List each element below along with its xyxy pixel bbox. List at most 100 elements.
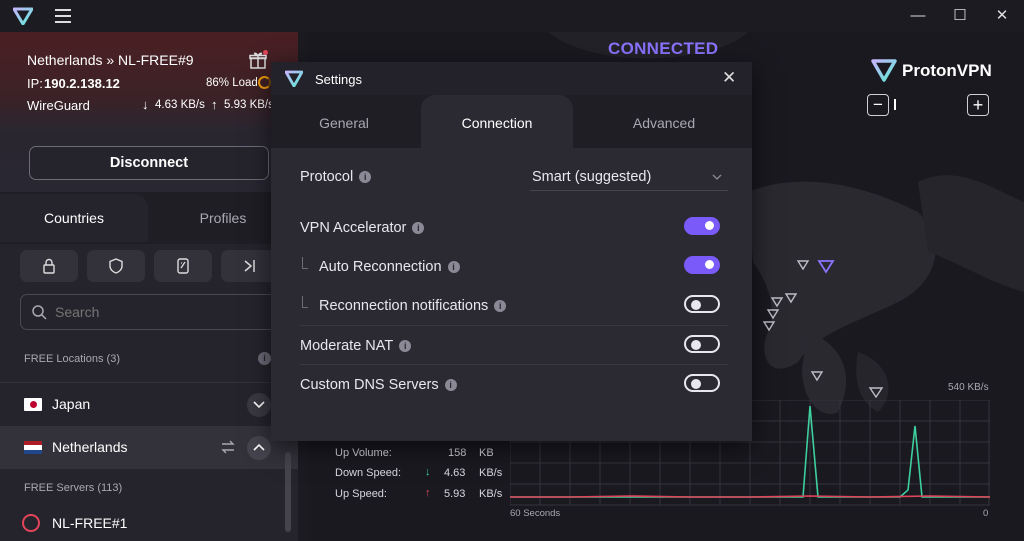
upload-arrow-icon: ↑ [211,97,218,112]
setting-label: VPN Accelerator [300,220,407,236]
minimize-button[interactable]: — [896,0,940,32]
netherlands-flag-icon [24,441,42,454]
protocol-row: Protocol i Smart (suggested) [300,169,728,208]
up-speed-unit: KB/s [479,488,503,500]
server-name: Netherlands » NL-FREE#9 [27,52,194,68]
up-speed-value: 5.93 [444,488,466,500]
search-icon [32,305,47,320]
disconnect-button[interactable]: Disconnect [29,146,269,180]
netshield-filter-button[interactable] [87,250,145,282]
close-settings-button[interactable]: ✕ [722,68,736,88]
info-icon[interactable]: i [444,379,457,391]
zoom-out-button[interactable]: − [867,94,889,116]
list-item[interactable]: Netherlands [0,426,298,469]
close-window-button[interactable]: ✕ [980,0,1024,32]
protocol-label: WireGuard [27,98,90,113]
vpn-accelerator-row: VPN Accelerator i [300,208,728,247]
moderate-nat-toggle[interactable] [684,335,720,353]
server-markers[interactable] [758,252,898,412]
down-arrow-icon: ↓ [425,466,431,478]
port-forwarding-filter-button[interactable] [154,250,212,282]
connection-status: CONNECTED [608,39,719,58]
graph-left-label: 60 Seconds [510,508,561,519]
info-icon[interactable]: i [447,261,460,273]
up-arrow-icon: ↑ [425,487,431,499]
up-volume-value: 158 [448,447,467,459]
moderate-nat-row: Moderate NAT i [300,326,728,365]
custom-dns-toggle[interactable] [684,374,720,392]
load-indicator-icon [258,76,271,89]
search-box[interactable] [20,294,282,330]
reconnection-notifications-row: Reconnection notifications i [300,286,728,325]
download-speed: 4.63 KB/s [155,99,205,111]
tab-general[interactable]: General [271,95,417,148]
auto-reconnection-row: Auto Reconnection i [300,247,728,286]
collapse-arrow-icon [244,260,255,272]
free-servers-header: FREE Servers (113) [24,482,123,494]
info-icon[interactable]: i [412,222,425,234]
up-speed-label: Up Speed: [335,488,387,500]
proton-logo-icon [285,70,303,87]
server-list-item[interactable]: NL-FREE#1 [0,506,298,541]
phone-icon [177,258,189,274]
graph-max-label: 540 KB/s [948,382,989,393]
connect-server-icon[interactable] [22,514,40,532]
load-label: 86% Load [206,77,258,89]
down-speed-unit: KB/s [479,467,503,479]
graph-right-label: 0 [983,508,989,519]
proton-logo-icon [13,7,33,25]
setting-label: Auto Reconnection [319,259,442,275]
chevron-down-icon [712,174,722,180]
gift-icon[interactable] [249,50,268,74]
ip-address: 190.2.138.12 [44,76,120,91]
tab-connection[interactable]: Connection [421,95,573,148]
server-name: NL-FREE#1 [52,515,128,531]
lock-icon [43,258,55,274]
proton-logo-icon [871,59,897,82]
settings-tabs: General Connection Advanced [271,95,752,148]
zoom-in-button[interactable]: + [967,94,989,116]
expand-button[interactable] [247,393,271,417]
secure-core-filter-button[interactable] [20,250,78,282]
settings-title: Settings [315,72,362,87]
setting-label: Reconnection notifications [319,298,489,314]
menu-icon[interactable] [55,9,71,23]
auto-reconnection-toggle[interactable] [684,256,720,274]
collapse-button[interactable] [247,436,271,460]
zoom-slider[interactable] [894,99,896,110]
maximize-button[interactable]: ☐ [938,0,982,32]
country-name: Japan [52,396,91,412]
free-locations-header: FREE Locations (3) [24,353,120,365]
down-speed-label: Down Speed: [335,467,402,479]
info-icon[interactable]: i [399,340,412,352]
search-input[interactable] [55,301,275,323]
custom-dns-row: Custom DNS Servers i [300,365,728,404]
info-icon[interactable]: i [258,352,271,365]
switch-icon[interactable] [220,439,236,455]
info-icon[interactable]: i [494,300,507,312]
chevron-down-icon [253,401,265,409]
protocol-select[interactable]: Smart (suggested) [530,157,728,191]
tab-advanced[interactable]: Advanced [581,95,747,148]
scrollbar[interactable] [285,452,291,532]
settings-dialog: Settings ✕ General Connection Advanced P… [271,62,752,441]
list-item[interactable]: Japan [0,382,298,425]
sidebar: Netherlands » NL-FREE#9 IP: 190.2.138.12… [0,32,298,541]
japan-flag-icon [24,398,42,411]
country-name: Netherlands [52,439,128,455]
vpn-accelerator-toggle[interactable] [684,217,720,235]
protocol-value: Smart (suggested) [532,169,652,185]
up-volume-label: Up Volume: [335,447,392,459]
down-speed-value: 4.63 [444,467,466,479]
setting-label: Custom DNS Servers [300,377,439,393]
info-icon[interactable]: i [359,171,372,183]
tab-countries[interactable]: Countries [0,194,148,242]
sub-setting-indent [302,296,308,308]
protocol-label: Protocol [300,169,354,185]
download-arrow-icon: ↓ [142,97,149,112]
reconnection-notifications-toggle[interactable] [684,295,720,313]
upload-speed: 5.93 KB/s [224,99,274,111]
settings-header: Settings ✕ [271,62,752,95]
up-volume-unit: KB [479,447,494,459]
chevron-up-icon [253,443,265,451]
